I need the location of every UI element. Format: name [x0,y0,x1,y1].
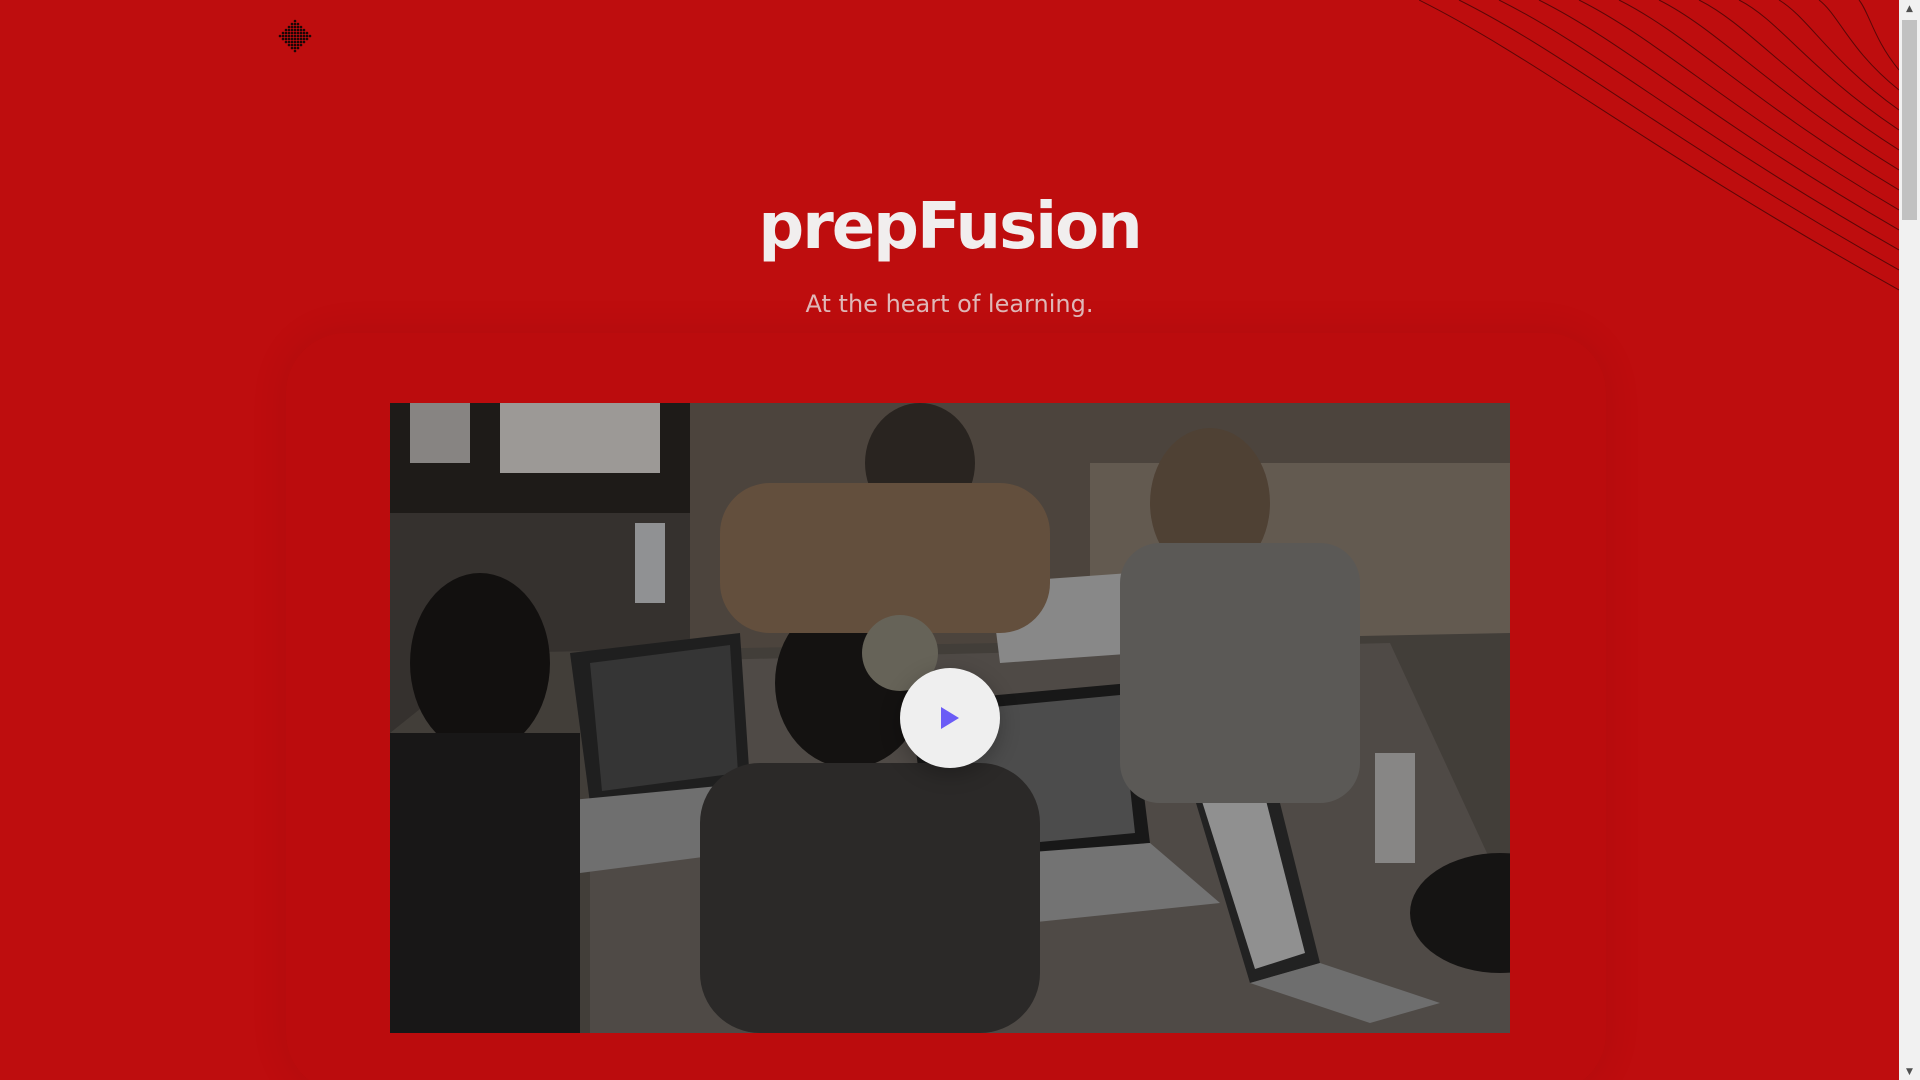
scrollbar-thumb[interactable] [1902,20,1917,220]
scroll-down-arrow-icon[interactable]: ▼ [1899,1063,1920,1080]
scroll-up-arrow-icon[interactable]: ▲ [1899,0,1920,17]
landing-page: prepFusion At the heart of learning. [0,0,1899,1080]
site-logo-icon[interactable] [276,18,314,56]
vertical-scrollbar[interactable]: ▲ ▼ [1899,0,1920,1080]
play-button[interactable] [900,668,1000,768]
page-subtitle: At the heart of learning. [805,290,1094,318]
play-icon [941,707,959,729]
page-title: prepFusion [758,190,1142,264]
